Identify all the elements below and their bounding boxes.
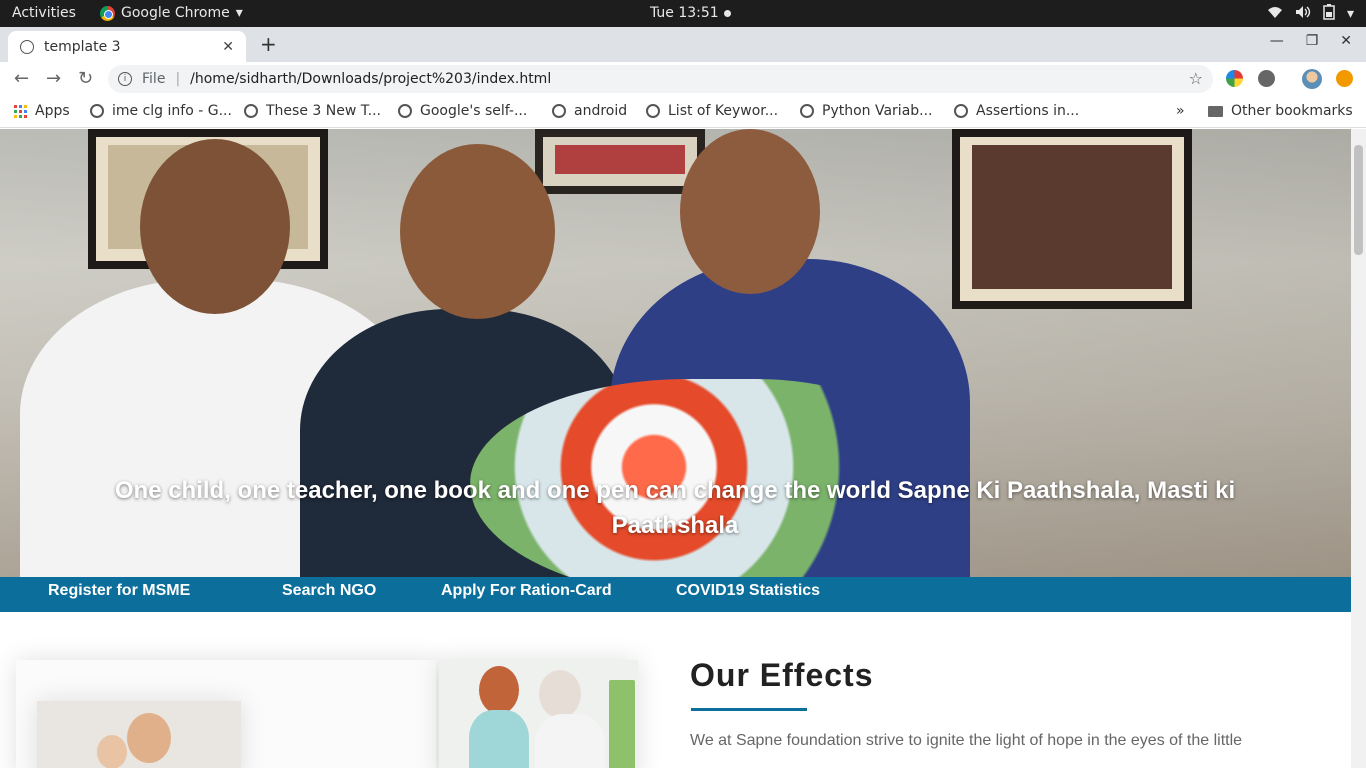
effects-paragraph: We at Sapne foundation strive to ignite … (690, 732, 1243, 749)
bookmark-item[interactable]: Python Variab... (800, 103, 933, 119)
bookmark-label: These 3 New T... (266, 103, 381, 119)
color-extension-icon[interactable] (1226, 70, 1243, 87)
bookmark-label: List of Keywor... (668, 103, 779, 119)
tab-title: template 3 (44, 38, 121, 55)
address-scheme: File (142, 71, 166, 87)
nav-search-ngo[interactable]: Search NGO (282, 582, 376, 600)
browser-tab[interactable]: template 3 ✕ (8, 31, 246, 62)
bookmark-label: Google's self-... (420, 103, 528, 119)
scrollbar-thumb[interactable] (1354, 145, 1363, 255)
bookmark-item[interactable]: android (552, 103, 627, 119)
globe-icon (954, 104, 968, 118)
app-name: Google Chrome (121, 5, 230, 21)
bookmark-star-icon[interactable]: ☆ (1189, 69, 1203, 88)
page-viewport: One child, one teacher, one book and one… (0, 129, 1366, 768)
forward-button[interactable]: → (46, 68, 61, 89)
new-tab-button[interactable]: + (260, 32, 277, 56)
heading-underline (691, 708, 807, 711)
effects-section: Our Effects We at Sapne foundation striv… (0, 612, 1351, 768)
app-menu[interactable]: Google Chrome ▾ (100, 5, 243, 21)
download-icon[interactable] (1258, 70, 1275, 87)
bookmark-item[interactable]: ime clg info - G... (90, 103, 232, 119)
bookmark-label: Assertions in... (976, 103, 1080, 119)
effects-heading: Our Effects (690, 657, 874, 693)
close-tab-icon[interactable]: ✕ (222, 39, 234, 55)
tab-strip: template 3 ✕ + — ❐ ✕ (0, 27, 1366, 62)
other-bookmarks-label: Other bookmarks (1231, 103, 1353, 119)
volume-icon (1295, 5, 1311, 23)
bookmarks-overflow-button[interactable]: » (1176, 103, 1185, 119)
battery-icon (1323, 4, 1335, 24)
hero-caption: One child, one teacher, one book and one… (114, 477, 1236, 539)
globe-icon (90, 104, 104, 118)
mother-child-photo (37, 701, 241, 768)
bookmarks-bar: Apps ime clg info - G... These 3 New T..… (0, 96, 1366, 128)
person-right-head (680, 129, 820, 294)
wifi-icon (1267, 5, 1283, 23)
browser-toolbar: ← → ↻ i File | /home/sidharth/Downloads/… (0, 62, 1366, 96)
clock[interactable]: Tue 13:51 (650, 5, 731, 21)
system-tray[interactable]: ▾ (1267, 4, 1354, 24)
info-icon[interactable]: i (118, 72, 132, 86)
site-navbar: Register for MSME Search NGO Apply For R… (0, 577, 1351, 612)
avatar[interactable] (1302, 69, 1322, 89)
person-center-head (400, 144, 555, 319)
close-window-icon[interactable]: ✕ (1340, 33, 1352, 49)
bookmark-label: Python Variab... (822, 103, 933, 119)
nav-register-msme[interactable]: Register for MSME (48, 582, 190, 600)
bookmark-item[interactable]: Google's self-... (398, 103, 527, 119)
restore-icon[interactable]: ❐ (1306, 33, 1319, 49)
chrome-icon (100, 5, 115, 21)
reload-button[interactable]: ↻ (78, 68, 93, 89)
window-controls: — ❐ ✕ (1270, 33, 1352, 49)
update-menu-icon[interactable] (1336, 70, 1353, 87)
globe-icon (398, 104, 412, 118)
bookmark-label: android (574, 103, 628, 119)
minimize-icon[interactable]: — (1270, 33, 1284, 49)
bookmark-label: Apps (35, 103, 70, 119)
bookmark-item[interactable]: These 3 New T... (244, 103, 381, 119)
address-url[interactable]: /home/sidharth/Downloads/project%203/ind… (190, 71, 551, 87)
chevron-down-icon: ▾ (1346, 6, 1354, 22)
system-top-bar: Activities Google Chrome ▾ Tue 13:51 ▾ (0, 0, 1366, 27)
address-divider: | (175, 71, 181, 87)
notification-dot-icon (723, 9, 731, 17)
bookmark-item[interactable]: List of Keywor... (646, 103, 778, 119)
other-bookmarks-folder[interactable]: Other bookmarks (1208, 103, 1353, 119)
nav-covid19-statistics[interactable]: COVID19 Statistics (676, 582, 820, 600)
globe-icon (552, 104, 566, 118)
person-left-head (140, 139, 290, 314)
page-scrollbar[interactable] (1351, 129, 1366, 768)
bookmark-label: ime clg info - G... (112, 103, 232, 119)
nav-apply-ration-card[interactable]: Apply For Ration-Card (441, 582, 612, 600)
caregiver-photo (439, 660, 638, 768)
hero-banner: One child, one teacher, one book and one… (0, 129, 1351, 577)
wall-frame (535, 129, 705, 194)
globe-icon (646, 104, 660, 118)
bookmark-apps[interactable]: Apps (14, 103, 70, 119)
globe-icon (20, 39, 34, 54)
globe-icon (800, 104, 814, 118)
apps-grid-icon (14, 104, 27, 118)
address-bar[interactable]: i File | /home/sidharth/Downloads/projec… (108, 65, 1213, 93)
globe-icon (244, 104, 258, 118)
wall-frame (952, 129, 1192, 309)
folder-icon (1208, 105, 1223, 117)
back-button[interactable]: ← (14, 68, 29, 89)
clock-label: Tue 13:51 (650, 5, 719, 21)
chevron-down-icon: ▾ (235, 5, 243, 21)
activities-button[interactable]: Activities (12, 5, 76, 21)
bookmark-item[interactable]: Assertions in... (954, 103, 1079, 119)
